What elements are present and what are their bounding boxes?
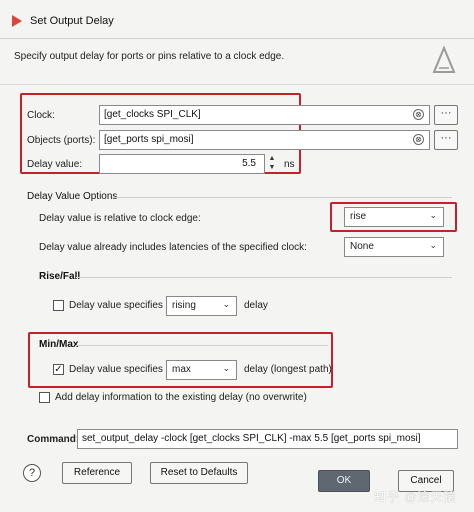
ok-button[interactable]: OK <box>318 470 370 492</box>
clock-field[interactable]: [get_clocks SPI_CLK] <box>99 105 430 125</box>
min-max-title: Min/Max <box>39 339 79 350</box>
rise-fall-suffix: delay <box>244 300 268 311</box>
rise-fall-check-label: Delay value specifies <box>69 300 163 311</box>
latency-select[interactable]: None ⌄ <box>344 237 444 257</box>
reset-defaults-button[interactable]: Reset to Defaults <box>150 462 248 484</box>
chevron-down-icon: ⌄ <box>222 299 230 309</box>
chevron-down-icon: ⌄ <box>222 363 230 373</box>
command-field[interactable]: set_output_delay -clock [get_clocks SPI_… <box>77 429 458 449</box>
rise-fall-rule <box>76 277 452 278</box>
clock-browse-button[interactable]: ··· <box>434 105 458 125</box>
add-delay-label: Add delay information to the existing de… <box>55 392 307 403</box>
objects-browse-button[interactable]: ··· <box>434 130 458 150</box>
header-divider <box>0 84 474 85</box>
dialog-description: Specify output delay for ports or pins r… <box>14 51 285 62</box>
min-max-value: max <box>172 364 191 375</box>
relative-edge-value: rise <box>350 211 367 222</box>
objects-label: Objects (ports): <box>27 135 96 146</box>
latency-label: Delay value already includes latencies o… <box>39 242 307 253</box>
window-title: Set Output Delay <box>30 15 114 27</box>
clock-label: Clock: <box>27 110 55 121</box>
app-icon <box>12 15 22 27</box>
watermark: 知乎 @滚天猿 <box>374 490 457 504</box>
latency-value: None <box>350 241 374 252</box>
title-divider <box>0 38 474 39</box>
chevron-down-icon: ⌄ <box>429 240 437 250</box>
delay-value-input[interactable]: 5.5 <box>99 154 265 174</box>
delay-spinner[interactable]: ▲ ▼ <box>266 154 278 174</box>
rise-fall-checkbox[interactable] <box>53 300 64 311</box>
chevron-down-icon: ⌄ <box>429 210 437 220</box>
min-max-check-label: Delay value specifies <box>69 364 163 375</box>
vivado-logo-icon <box>432 45 456 73</box>
min-max-suffix: delay (longest path) <box>244 364 332 375</box>
delay-options-rule <box>112 197 452 198</box>
min-max-select[interactable]: max ⌄ <box>166 360 237 380</box>
relative-edge-label: Delay value is relative to clock edge: <box>39 213 201 224</box>
command-label: Command: <box>27 434 80 445</box>
rise-fall-select[interactable]: rising ⌄ <box>166 296 237 316</box>
spin-up-icon[interactable]: ▲ <box>266 154 278 163</box>
min-max-checkbox[interactable]: ✓ <box>53 364 64 375</box>
objects-clear-icon[interactable]: ⊗ <box>413 134 424 145</box>
rise-fall-title: Rise/Fall <box>39 271 81 282</box>
objects-field[interactable]: [get_ports spi_mosi] <box>99 130 430 150</box>
relative-edge-select[interactable]: rise ⌄ <box>344 207 444 227</box>
clock-clear-icon[interactable]: ⊗ <box>413 109 424 120</box>
delay-unit: ns <box>284 159 295 170</box>
help-button[interactable]: ? <box>23 464 41 482</box>
delay-options-title: Delay Value Options <box>27 191 118 202</box>
rise-fall-value: rising <box>172 300 196 311</box>
min-max-rule <box>76 345 328 346</box>
add-delay-checkbox[interactable] <box>39 392 50 403</box>
delay-value-label: Delay value: <box>27 159 83 170</box>
reference-button[interactable]: Reference <box>62 462 132 484</box>
spin-down-icon[interactable]: ▼ <box>266 163 278 172</box>
